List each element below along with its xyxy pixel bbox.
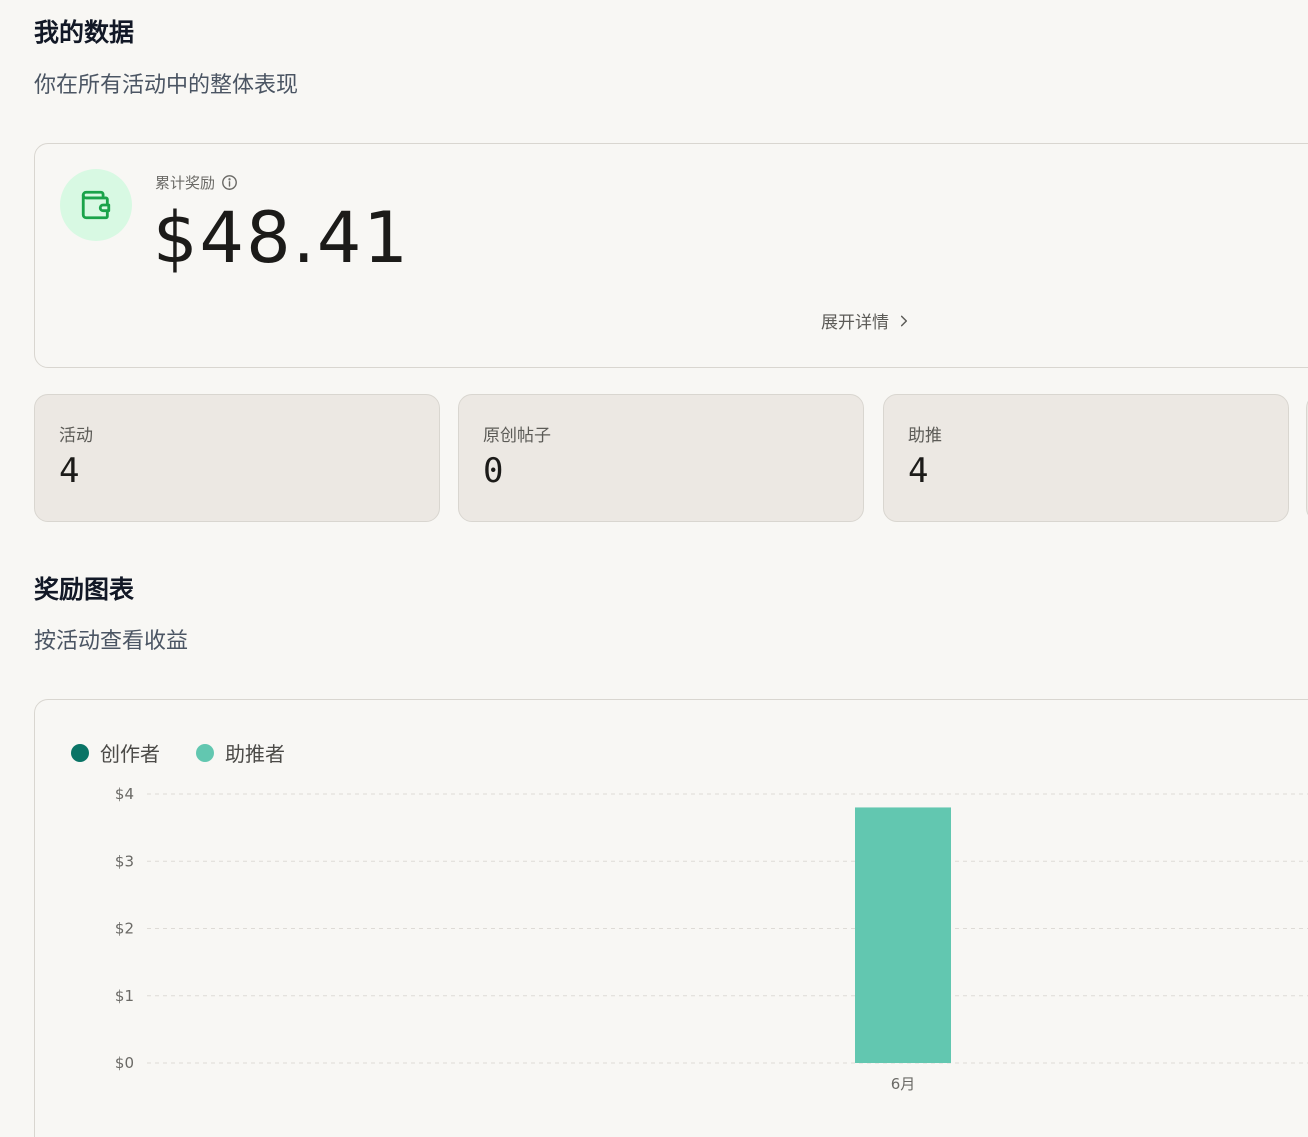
stat-label: 助推 [908, 426, 942, 446]
stat-value: 0 [483, 451, 504, 491]
stat-value: 4 [908, 451, 929, 491]
stat-card-original-posts: 原创帖子 0 [458, 394, 864, 522]
reward-amount: $48.41 [153, 197, 410, 279]
info-icon[interactable] [221, 174, 238, 191]
total-reward-card: 累计奖励 $48.41 展开详情 [34, 143, 1308, 368]
expand-details-button[interactable]: 展开详情 [821, 308, 911, 333]
expand-details-label: 展开详情 [821, 313, 889, 333]
y-tick-label: $1 [115, 987, 134, 1005]
x-tick-label: 6月 [891, 1075, 916, 1093]
y-tick-label: $4 [115, 785, 134, 803]
bar-booster[interactable] [855, 807, 951, 1063]
wallet-icon-badge [60, 169, 132, 241]
stat-label: 原创帖子 [483, 426, 551, 446]
page-subtitle: 你在所有活动中的整体表现 [34, 73, 299, 98]
rewards-chart-card: 创作者 助推者 $4 $3 $2 $1 $0 6月 [34, 699, 1308, 1137]
y-tick-label: $3 [115, 852, 134, 870]
stat-card-campaigns: 活动 4 [34, 394, 440, 522]
wallet-icon [81, 190, 111, 220]
reward-label-row: 累计奖励 [155, 172, 238, 193]
bar-chart: $4 $3 $2 $1 $0 6月 [115, 785, 1308, 1093]
chevron-right-icon [900, 315, 908, 326]
stat-value: 4 [59, 451, 80, 491]
stat-label: 活动 [59, 426, 93, 446]
page-title: 我的数据 [34, 18, 135, 47]
reward-label: 累计奖励 [155, 174, 216, 192]
page: 我的数据 你在所有活动中的整体表现 累计奖励 $48.41 展开详情 活动 4 … [0, 0, 1308, 1137]
y-tick-label: $2 [115, 920, 134, 938]
rewards-chart-title: 奖励图表 [34, 575, 135, 604]
y-tick-label: $0 [115, 1054, 134, 1072]
stat-card-boosts: 助推 4 [883, 394, 1289, 522]
rewards-chart-subtitle: 按活动查看收益 [34, 629, 189, 654]
